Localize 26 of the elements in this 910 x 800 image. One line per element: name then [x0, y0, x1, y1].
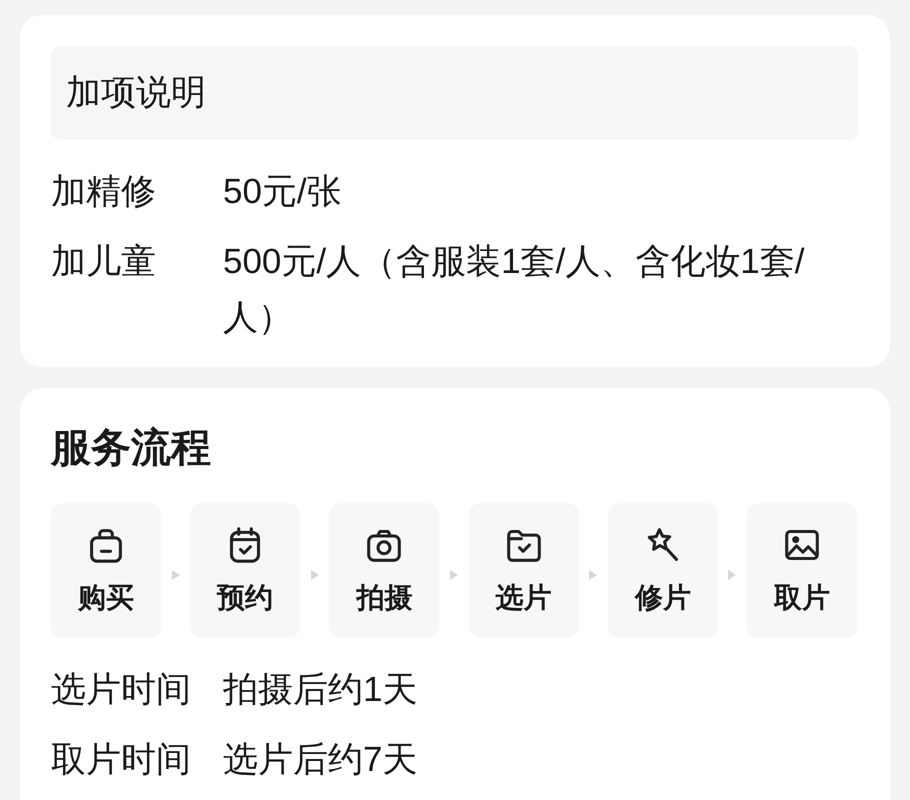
detail-value: 拍摄后约1天 — [223, 669, 418, 711]
shopping-bag-icon — [88, 527, 124, 563]
camera-icon — [366, 527, 402, 563]
picture-icon — [784, 527, 820, 563]
section-title: 加项说明 — [66, 72, 206, 114]
triangle-arrow-icon — [172, 570, 180, 580]
triangle-arrow-icon — [589, 570, 598, 580]
detail-value: 500元/人（含服装1套/人、含化妆1套/人） — [223, 241, 806, 339]
triangle-arrow-icon — [728, 570, 736, 580]
detail-label: 取片时间 — [51, 739, 192, 781]
triangle-arrow-icon — [310, 570, 319, 580]
detail-label: 选片时间 — [51, 669, 192, 711]
step-label: 选片 — [496, 581, 552, 615]
step-label: 修片 — [634, 581, 691, 615]
folder-check-icon — [506, 527, 542, 563]
step-label: 拍摄 — [356, 581, 412, 615]
detail-value: 50元/张 — [223, 171, 343, 213]
detail-value: 选片后约7天 — [223, 739, 418, 781]
step-label: 购买 — [78, 581, 134, 615]
step-label: 取片 — [774, 581, 830, 615]
triangle-arrow-icon — [450, 570, 458, 580]
detail-label: 加精修 — [51, 171, 157, 213]
step-label: 预约 — [217, 581, 274, 615]
section-title: 服务流程 — [51, 425, 212, 472]
magic-wand-icon — [644, 527, 681, 563]
detail-label: 加儿童 — [51, 241, 157, 283]
